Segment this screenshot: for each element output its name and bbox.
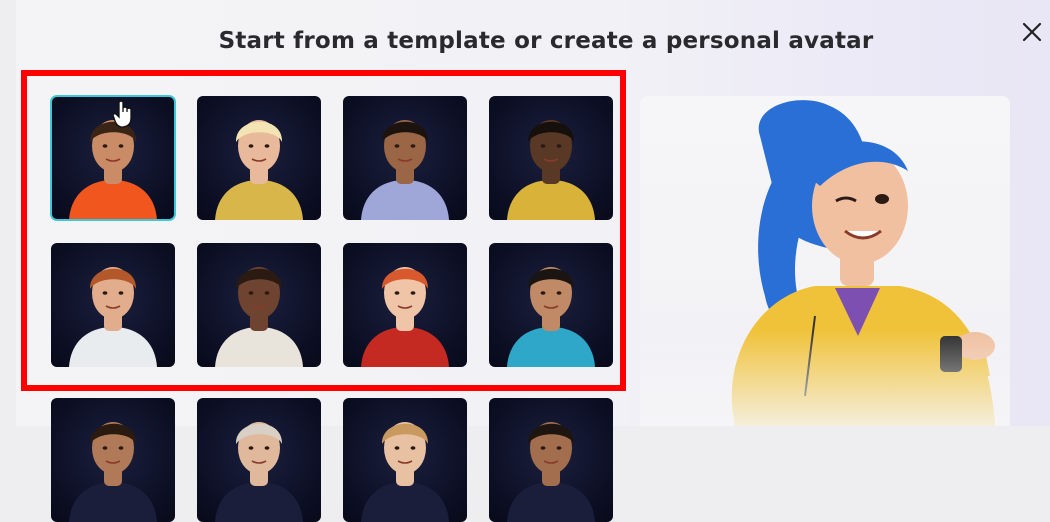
modal-title: Start from a template or create a person… xyxy=(218,28,874,54)
avatar-thumbnail xyxy=(69,422,157,522)
avatar-thumbnail xyxy=(69,267,157,367)
avatar-thumbnail xyxy=(507,120,595,220)
avatar-thumbnail xyxy=(215,267,303,367)
avatar-thumbnail xyxy=(361,422,449,522)
avatar-thumbnail xyxy=(215,120,303,220)
preview-avatar-image xyxy=(731,100,995,426)
avatar-thumbnail xyxy=(507,422,595,522)
avatar-thumbnail xyxy=(507,267,595,367)
avatar-template-7[interactable] xyxy=(343,243,467,367)
avatar-template-5[interactable] xyxy=(51,243,175,367)
avatar-thumbnail xyxy=(69,120,157,220)
avatar-thumbnail xyxy=(361,120,449,220)
avatar-template-9[interactable] xyxy=(51,398,175,522)
avatar-template-1[interactable] xyxy=(50,95,176,221)
avatar-template-8[interactable] xyxy=(489,243,613,367)
avatar-template-12[interactable] xyxy=(489,398,613,522)
avatar-template-6[interactable] xyxy=(197,243,321,367)
avatar-template-11[interactable] xyxy=(343,398,467,522)
avatar-thumbnail xyxy=(361,267,449,367)
avatar-template-10[interactable] xyxy=(197,398,321,522)
avatar-template-4[interactable] xyxy=(489,96,613,220)
avatar-preview xyxy=(640,96,1010,426)
avatar-template-3[interactable] xyxy=(343,96,467,220)
close-icon[interactable] xyxy=(1018,18,1046,46)
avatar-template-2[interactable] xyxy=(197,96,321,220)
avatar-thumbnail xyxy=(215,422,303,522)
